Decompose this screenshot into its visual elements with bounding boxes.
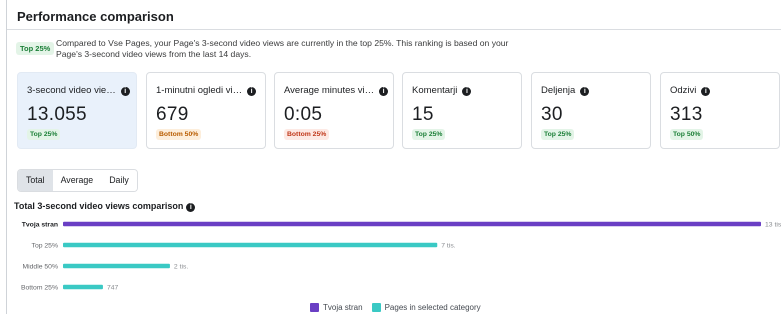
card-rank-badge: Bottom 50% [156, 129, 202, 140]
category-label: Top 25% [32, 243, 58, 250]
card-value: 679 [156, 104, 189, 125]
value-label: 2 tis. [174, 264, 188, 271]
card-value: 13.055 [27, 104, 87, 125]
card-rank-badge: Top 25% [412, 129, 446, 140]
card-label: 1-minutni ogledi vi… [156, 85, 243, 96]
card-label: Deljenja [541, 85, 576, 96]
info-icon[interactable]: i [462, 87, 472, 96]
card-value: 15 [412, 104, 434, 125]
info-icon[interactable]: i [247, 87, 257, 96]
comparison-bar-chart: Tvoja stran 13 tis. Top 25% 7 tis. Middle 50… [21, 221, 781, 292]
metric-card-3-second-views[interactable]: 3-second video vie… i 13.055 Top 25% [17, 72, 137, 149]
aggregation-tabs: Total Average Daily [17, 169, 138, 192]
legend-label: Pages in selected category [384, 303, 481, 312]
summary-text: Compared to Vse Pages, your Page's 3-sec… [56, 38, 509, 59]
info-icon[interactable]: i [186, 203, 196, 212]
info-icon[interactable]: i [120, 87, 130, 96]
card-value: 30 [541, 104, 563, 125]
category-label: Tvoja stran [22, 222, 58, 229]
tab-total[interactable]: Total [18, 170, 53, 191]
performance-comparison-panel: Performance comparison Top 25% Compared … [6, 0, 781, 314]
metric-card-shares[interactable]: Deljenja i 30 Top 25% [531, 72, 651, 149]
value-label: 7 tis. [441, 243, 455, 250]
card-rank-badge: Bottom 25% [284, 129, 330, 140]
bar[interactable] [63, 263, 170, 269]
card-label: Average minutes vi… [284, 85, 375, 96]
metric-card-comments[interactable]: Komentarji i 15 Top 25% [402, 72, 522, 149]
card-rank-badge: Top 25% [27, 129, 61, 140]
category-label: Middle 50% [22, 264, 58, 271]
card-label: Komentarji [412, 85, 458, 96]
bar[interactable] [63, 284, 103, 290]
card-value: 0:05 [284, 104, 323, 125]
summary-rank-badge: Top 25% [16, 42, 55, 55]
panel-title: Performance comparison [17, 9, 174, 24]
chart-title: Total 3-second video views comparison i [14, 201, 196, 212]
legend-swatch [371, 303, 381, 312]
card-value: 313 [670, 104, 703, 125]
info-icon[interactable]: i [701, 87, 711, 96]
info-icon[interactable]: i [580, 87, 590, 96]
bar[interactable] [63, 221, 761, 227]
metric-card-1-minute-views[interactable]: 1-minutni ogledi vi… i 679 Bottom 50% [146, 72, 266, 149]
chart-legend: Tvoja stran Pages in selected category [310, 303, 490, 312]
card-label: Odzivi [670, 85, 697, 96]
info-icon[interactable]: i [379, 87, 389, 96]
card-label: 3-second video vie… [27, 85, 116, 96]
category-label: Bottom 25% [21, 285, 58, 292]
value-label: 747 [107, 285, 119, 292]
tab-daily[interactable]: Daily [101, 170, 137, 191]
tab-average[interactable]: Average [52, 170, 102, 191]
title-divider [7, 29, 781, 30]
legend-item-own-page: Tvoja stran [310, 303, 363, 312]
card-rank-badge: Top 50% [670, 129, 704, 140]
legend-label: Tvoja stran [323, 303, 363, 312]
legend-swatch [310, 303, 319, 312]
legend-item-category: Pages in selected category [371, 303, 481, 312]
bar[interactable] [63, 242, 438, 248]
card-rank-badge: Top 25% [541, 129, 575, 140]
metric-card-reactions[interactable]: Odzivi i 313 Top 50% [660, 72, 780, 149]
metric-card-average-minutes[interactable]: Average minutes vi… i 0:05 Bottom 25% [274, 72, 394, 149]
value-label: 13 tis. [765, 222, 781, 229]
